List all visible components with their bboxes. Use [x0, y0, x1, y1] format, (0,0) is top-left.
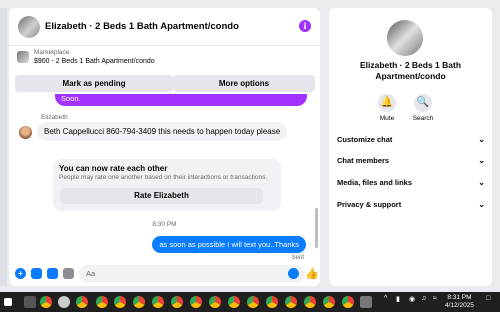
- background-window-edge: [0, 8, 7, 286]
- section-label: Media, files and links: [337, 178, 413, 187]
- plus-icon[interactable]: +: [15, 268, 26, 279]
- gif-icon[interactable]: [63, 268, 74, 279]
- image-icon[interactable]: [31, 268, 42, 279]
- chrome-icon[interactable]: [114, 296, 126, 308]
- incoming-message-bubble: Beth Cappellucci 860-794-3409 this needs…: [37, 122, 288, 141]
- chevron-down-icon: ⌄: [478, 156, 485, 165]
- mute-action[interactable]: 🔔 Mute: [367, 94, 407, 122]
- conversation-info-panel: Elizabeth · 2 Beds 1 Bath Apartment/cond…: [329, 8, 492, 286]
- outgoing-message-bubble: as soon as possible I will text you..Tha…: [152, 236, 306, 253]
- chrome-icon[interactable]: [228, 296, 240, 308]
- chat-panel: Elizabeth · 2 Beds 1 Bath Apartment/cond…: [9, 8, 320, 286]
- listing-title[interactable]: $900 - 2 Beds 1 Bath Apartment/condo: [34, 58, 155, 65]
- section-chat-members[interactable]: Chat members ⌄: [337, 153, 485, 169]
- more-options-button[interactable]: More options: [173, 75, 315, 92]
- chevron-down-icon: ⌄: [478, 200, 485, 209]
- section-media-files-links[interactable]: Media, files and links ⌄: [337, 175, 485, 191]
- rate-card: You can now rate each other People may r…: [53, 159, 281, 211]
- start-icon[interactable]: [4, 298, 12, 306]
- chrome-icon[interactable]: [266, 296, 278, 308]
- outgoing-message-bubble: Soon.: [55, 94, 307, 106]
- notifications-icon[interactable]: □: [486, 295, 490, 302]
- section-label: Customize chat: [337, 135, 393, 144]
- thumbs-up-icon[interactable]: 👍: [305, 267, 319, 280]
- chrome-icon[interactable]: [133, 296, 145, 308]
- mark-as-pending-button[interactable]: Mark as pending: [15, 75, 173, 92]
- message-list: Soon. Elizabeth Beth Cappellucci 860-794…: [9, 94, 320, 262]
- app-icon[interactable]: [360, 296, 372, 308]
- info-avatar: [387, 20, 423, 56]
- listing-thumbnail[interactable]: [17, 51, 29, 63]
- network-icon[interactable]: ◉: [409, 295, 415, 303]
- info-icon[interactable]: i: [299, 20, 311, 32]
- chrome-icon[interactable]: [152, 296, 164, 308]
- chrome-icon[interactable]: [247, 296, 259, 308]
- mute-label: Mute: [379, 115, 395, 122]
- section-label: Privacy & support: [337, 200, 402, 209]
- app-icon[interactable]: [58, 296, 70, 308]
- info-title: Elizabeth · 2 Beds 1 Bath Apartment/cond…: [359, 60, 462, 81]
- chrome-icon[interactable]: [323, 296, 335, 308]
- message-input[interactable]: Aa: [79, 265, 305, 282]
- marketplace-label: Marketplace: [34, 49, 70, 56]
- chevron-down-icon: ⌄: [478, 135, 485, 144]
- chrome-icon[interactable]: [285, 296, 297, 308]
- search-label: Search: [412, 115, 434, 122]
- chrome-icon[interactable]: [190, 296, 202, 308]
- bell-icon[interactable]: 🔔: [378, 94, 396, 112]
- emoji-icon[interactable]: [288, 268, 299, 279]
- chrome-icon[interactable]: [76, 296, 88, 308]
- sender-name: Elizabeth: [41, 114, 68, 121]
- sender-avatar[interactable]: [19, 126, 32, 139]
- rate-elizabeth-button[interactable]: Rate Elizabeth: [60, 188, 263, 204]
- chrome-icon[interactable]: [209, 296, 221, 308]
- chat-title[interactable]: Elizabeth · 2 Beds 1 Bath Apartment/cond…: [45, 21, 239, 32]
- chrome-icon[interactable]: [304, 296, 316, 308]
- chat-header: Elizabeth · 2 Beds 1 Bath Apartment/cond…: [9, 8, 320, 46]
- scrollbar[interactable]: [315, 208, 318, 248]
- system-clock[interactable]: 8:31 PM 4/12/2025: [445, 294, 474, 310]
- sticker-icon[interactable]: [47, 268, 58, 279]
- section-customize-chat[interactable]: Customize chat ⌄: [337, 132, 485, 148]
- chat-avatar[interactable]: [18, 16, 40, 38]
- taskbar: ^ ▮ ◉ ♫ ≈ 8:31 PM 4/12/2025 □: [0, 292, 500, 312]
- sent-status: Sent: [291, 255, 304, 261]
- chevron-up-icon[interactable]: ^: [384, 295, 387, 302]
- task-view-icon[interactable]: [24, 296, 36, 308]
- chrome-icon[interactable]: [96, 296, 108, 308]
- chrome-icon[interactable]: [342, 296, 354, 308]
- speaker-icon[interactable]: ♫: [421, 295, 426, 302]
- message-composer: + Aa 👍: [9, 262, 320, 286]
- search-icon[interactable]: 🔍: [414, 94, 432, 112]
- rate-card-description: People may rate one another based on the…: [59, 174, 268, 181]
- wifi-icon[interactable]: ≈: [433, 295, 437, 302]
- search-action[interactable]: 🔍 Search: [403, 94, 443, 122]
- clock-time: 8:31 PM: [447, 294, 472, 301]
- chrome-icon[interactable]: [171, 296, 183, 308]
- section-label: Chat members: [337, 156, 390, 165]
- message-timestamp: 8:30 PM: [152, 221, 177, 228]
- clock-date: 4/12/2025: [445, 302, 474, 309]
- chevron-down-icon: ⌄: [478, 178, 485, 187]
- chrome-icon[interactable]: [40, 296, 52, 308]
- rate-card-title: You can now rate each other: [59, 164, 168, 173]
- section-privacy-support[interactable]: Privacy & support ⌄: [337, 197, 485, 213]
- marketplace-listing: Marketplace $900 - 2 Beds 1 Bath Apartme…: [9, 47, 320, 93]
- battery-icon[interactable]: ▮: [396, 295, 400, 303]
